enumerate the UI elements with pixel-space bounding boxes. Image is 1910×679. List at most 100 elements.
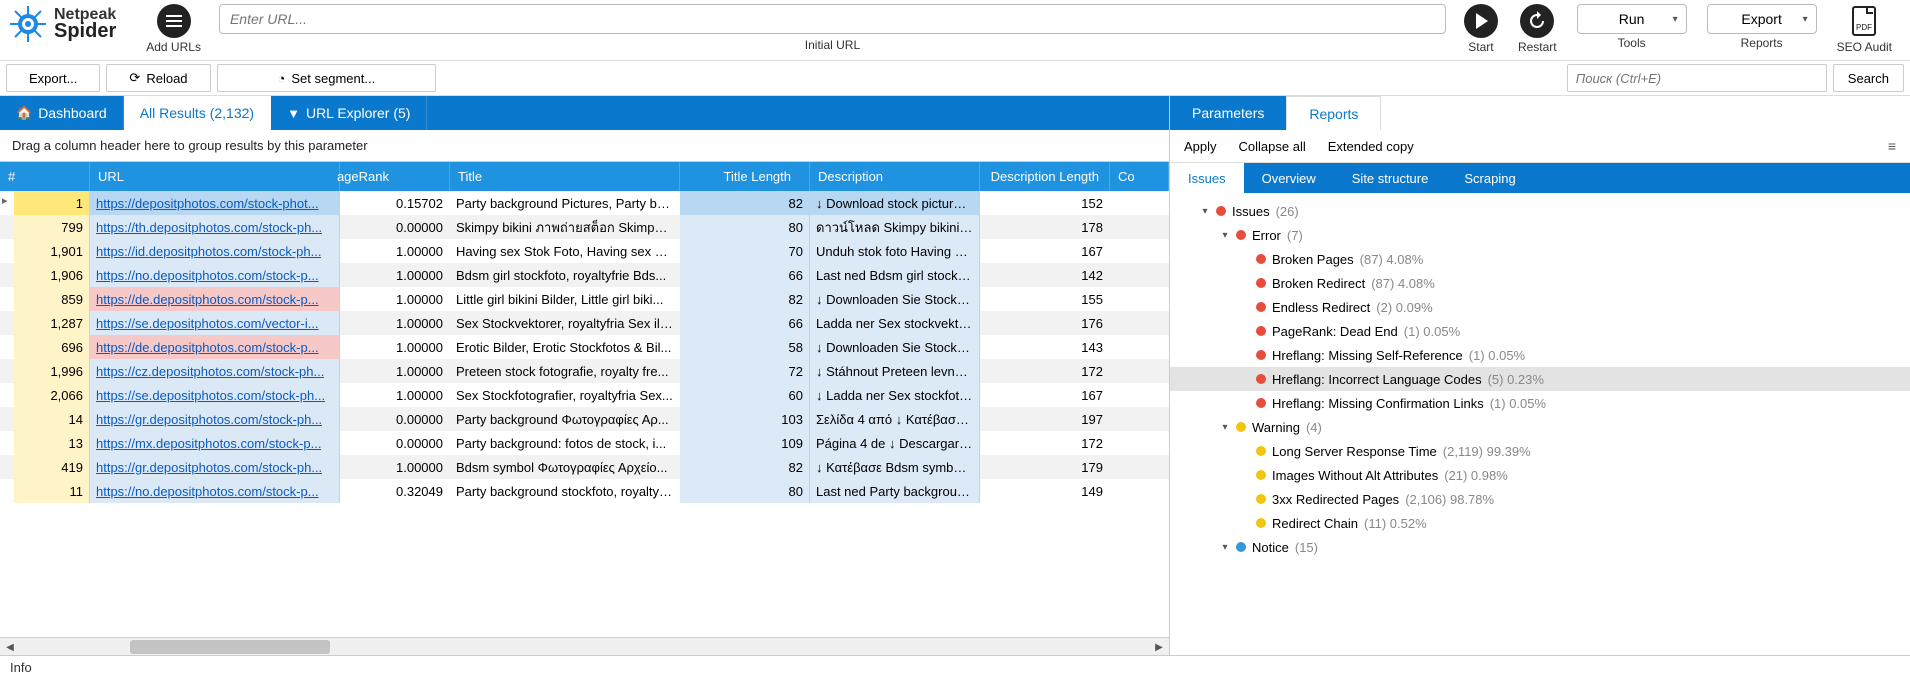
cell-index: 13: [14, 431, 90, 455]
spider-icon: [8, 4, 48, 44]
cell-url[interactable]: https://depositphotos.com/stock-phot...: [90, 191, 340, 215]
col-co[interactable]: Со: [1110, 162, 1169, 191]
cell-url[interactable]: https://se.depositphotos.com/stock-ph...: [90, 383, 340, 407]
cell-url[interactable]: https://gr.depositphotos.com/stock-ph...: [90, 455, 340, 479]
tree-item[interactable]: Hreflang: Missing Self-Reference (1) 0.0…: [1170, 343, 1910, 367]
cell-url[interactable]: https://se.depositphotos.com/vector-i...: [90, 311, 340, 335]
cell-pagerank: 0.00000: [340, 215, 450, 239]
col-title[interactable]: Title: [450, 162, 680, 191]
run-dropdown[interactable]: Run: [1577, 4, 1687, 34]
collapse-all-button[interactable]: Collapse all: [1239, 139, 1306, 154]
initial-url-input[interactable]: [219, 4, 1446, 34]
set-segment-button[interactable]: ◔Set segment...: [217, 64, 437, 92]
cell-pagerank: 1.00000: [340, 239, 450, 263]
tree-item[interactable]: ▾Notice (15): [1170, 535, 1910, 559]
cell-title: Skimpy bikini ภาพถ่ายสต็อก Skimpy b...: [450, 215, 680, 239]
horizontal-scrollbar[interactable]: ◀ ▶: [0, 637, 1169, 655]
right-tab-reports[interactable]: Reports: [1286, 96, 1381, 130]
cell-url[interactable]: https://gr.depositphotos.com/stock-ph...: [90, 407, 340, 431]
cell-index: 1,287: [14, 311, 90, 335]
tree-item[interactable]: ▾Warning (4): [1170, 415, 1910, 439]
restart-button[interactable]: [1520, 4, 1554, 38]
col-url[interactable]: URL: [90, 162, 340, 191]
cell-url[interactable]: https://mx.depositphotos.com/stock-p...: [90, 431, 340, 455]
cell-url[interactable]: https://de.depositphotos.com/stock-p...: [90, 335, 340, 359]
cell-url[interactable]: https://de.depositphotos.com/stock-p...: [90, 287, 340, 311]
tree-item[interactable]: Endless Redirect (2) 0.09%: [1170, 295, 1910, 319]
issues-tree[interactable]: ▾Issues (26)▾Error (7)Broken Pages (87) …: [1170, 193, 1910, 655]
tree-item[interactable]: ▾Error (7): [1170, 223, 1910, 247]
apply-button[interactable]: Apply: [1184, 139, 1217, 154]
table-row[interactable]: 419https://gr.depositphotos.com/stock-ph…: [0, 455, 1169, 479]
cell-description: Last ned Bdsm girl stockfot...: [810, 263, 980, 287]
start-button[interactable]: [1464, 4, 1498, 38]
tab-dashboard[interactable]: 🏠Dashboard: [0, 96, 124, 130]
tree-item[interactable]: Redirect Chain (11) 0.52%: [1170, 511, 1910, 535]
status-dot-icon: [1256, 494, 1266, 504]
col-title-length[interactable]: Title Length: [680, 162, 810, 191]
add-urls-button[interactable]: [157, 4, 191, 38]
cell-pagerank: 0.00000: [340, 431, 450, 455]
right-tab-parameters[interactable]: Parameters: [1170, 96, 1286, 130]
reload-button[interactable]: ⟳Reload: [106, 64, 210, 92]
caret-icon: ▾: [1220, 230, 1230, 241]
cell-url[interactable]: https://id.depositphotos.com/stock-ph...: [90, 239, 340, 263]
group-by-hint[interactable]: Drag a column header here to group resul…: [0, 130, 1169, 161]
search-button[interactable]: Search: [1833, 64, 1904, 92]
search-input[interactable]: [1567, 64, 1827, 92]
seo-audit-button[interactable]: PDF: [1847, 4, 1881, 38]
cell-title-length: 103: [680, 407, 810, 431]
cell-url[interactable]: https://th.depositphotos.com/stock-ph...: [90, 215, 340, 239]
tree-item[interactable]: Broken Redirect (87) 4.08%: [1170, 271, 1910, 295]
tree-item[interactable]: Hreflang: Missing Confirmation Links (1)…: [1170, 391, 1910, 415]
table-row[interactable]: 1,287https://se.depositphotos.com/vector…: [0, 311, 1169, 335]
table-row[interactable]: 11https://no.depositphotos.com/stock-p..…: [0, 479, 1169, 503]
tree-item[interactable]: PageRank: Dead End (1) 0.05%: [1170, 319, 1910, 343]
subtab-issues[interactable]: Issues: [1170, 163, 1244, 193]
table-row[interactable]: 1,906https://no.depositphotos.com/stock-…: [0, 263, 1169, 287]
col-description-length[interactable]: Description Length: [980, 162, 1110, 191]
subtab-overview[interactable]: Overview: [1244, 163, 1334, 193]
cell-pagerank: 1.00000: [340, 287, 450, 311]
status-dot-icon: [1256, 350, 1266, 360]
scroll-right-icon[interactable]: ▶: [1151, 640, 1167, 654]
cell-url[interactable]: https://cz.depositphotos.com/stock-ph...: [90, 359, 340, 383]
tree-item[interactable]: Hreflang: Incorrect Language Codes (5) 0…: [1170, 367, 1910, 391]
table-row[interactable]: 2,066https://se.depositphotos.com/stock-…: [0, 383, 1169, 407]
tab-url-explorer[interactable]: ▼URL Explorer (5): [271, 96, 427, 130]
cell-description: ↓ Downloaden Sie Stockfot...: [810, 287, 980, 311]
scroll-left-icon[interactable]: ◀: [2, 640, 18, 654]
grid-header: # URL ageRank Title Title Length Descrip…: [0, 161, 1169, 191]
caret-icon: ▾: [1220, 542, 1230, 553]
table-row[interactable]: 13https://mx.depositphotos.com/stock-p..…: [0, 431, 1169, 455]
col-index[interactable]: #: [0, 162, 90, 191]
subtab-site-structure[interactable]: Site structure: [1334, 163, 1447, 193]
tree-item[interactable]: ▾Issues (26): [1170, 199, 1910, 223]
export-dropdown[interactable]: Export: [1707, 4, 1817, 34]
export-button[interactable]: Export...: [6, 64, 100, 92]
col-description[interactable]: Description: [810, 162, 980, 191]
subtab-scraping[interactable]: Scraping: [1446, 163, 1533, 193]
table-row[interactable]: 1https://depositphotos.com/stock-phot...…: [0, 191, 1169, 215]
tree-item[interactable]: Long Server Response Time (2,119) 99.39%: [1170, 439, 1910, 463]
extended-copy-button[interactable]: Extended copy: [1328, 139, 1414, 154]
cell-url[interactable]: https://no.depositphotos.com/stock-p...: [90, 479, 340, 503]
table-row[interactable]: 859https://de.depositphotos.com/stock-p.…: [0, 287, 1169, 311]
cell-url[interactable]: https://no.depositphotos.com/stock-p...: [90, 263, 340, 287]
tree-item[interactable]: Images Without Alt Attributes (21) 0.98%: [1170, 463, 1910, 487]
reports-label: Reports: [1741, 36, 1783, 50]
table-row[interactable]: 799https://th.depositphotos.com/stock-ph…: [0, 215, 1169, 239]
tree-count: (1) 0.05%: [1469, 348, 1525, 363]
tree-item[interactable]: Broken Pages (87) 4.08%: [1170, 247, 1910, 271]
table-row[interactable]: 696https://de.depositphotos.com/stock-p.…: [0, 335, 1169, 359]
hamburger-icon[interactable]: ≡: [1888, 138, 1896, 154]
tab-all-results[interactable]: All Results (2,132): [124, 96, 271, 130]
tree-item[interactable]: 3xx Redirected Pages (2,106) 98.78%: [1170, 487, 1910, 511]
tree-label: Endless Redirect: [1272, 300, 1370, 315]
grid-body[interactable]: 1https://depositphotos.com/stock-phot...…: [0, 191, 1169, 637]
table-row[interactable]: 1,901https://id.depositphotos.com/stock-…: [0, 239, 1169, 263]
col-pagerank[interactable]: ageRank: [340, 162, 450, 191]
table-row[interactable]: 14https://gr.depositphotos.com/stock-ph.…: [0, 407, 1169, 431]
table-row[interactable]: 1,996https://cz.depositphotos.com/stock-…: [0, 359, 1169, 383]
scroll-thumb[interactable]: [130, 640, 330, 654]
